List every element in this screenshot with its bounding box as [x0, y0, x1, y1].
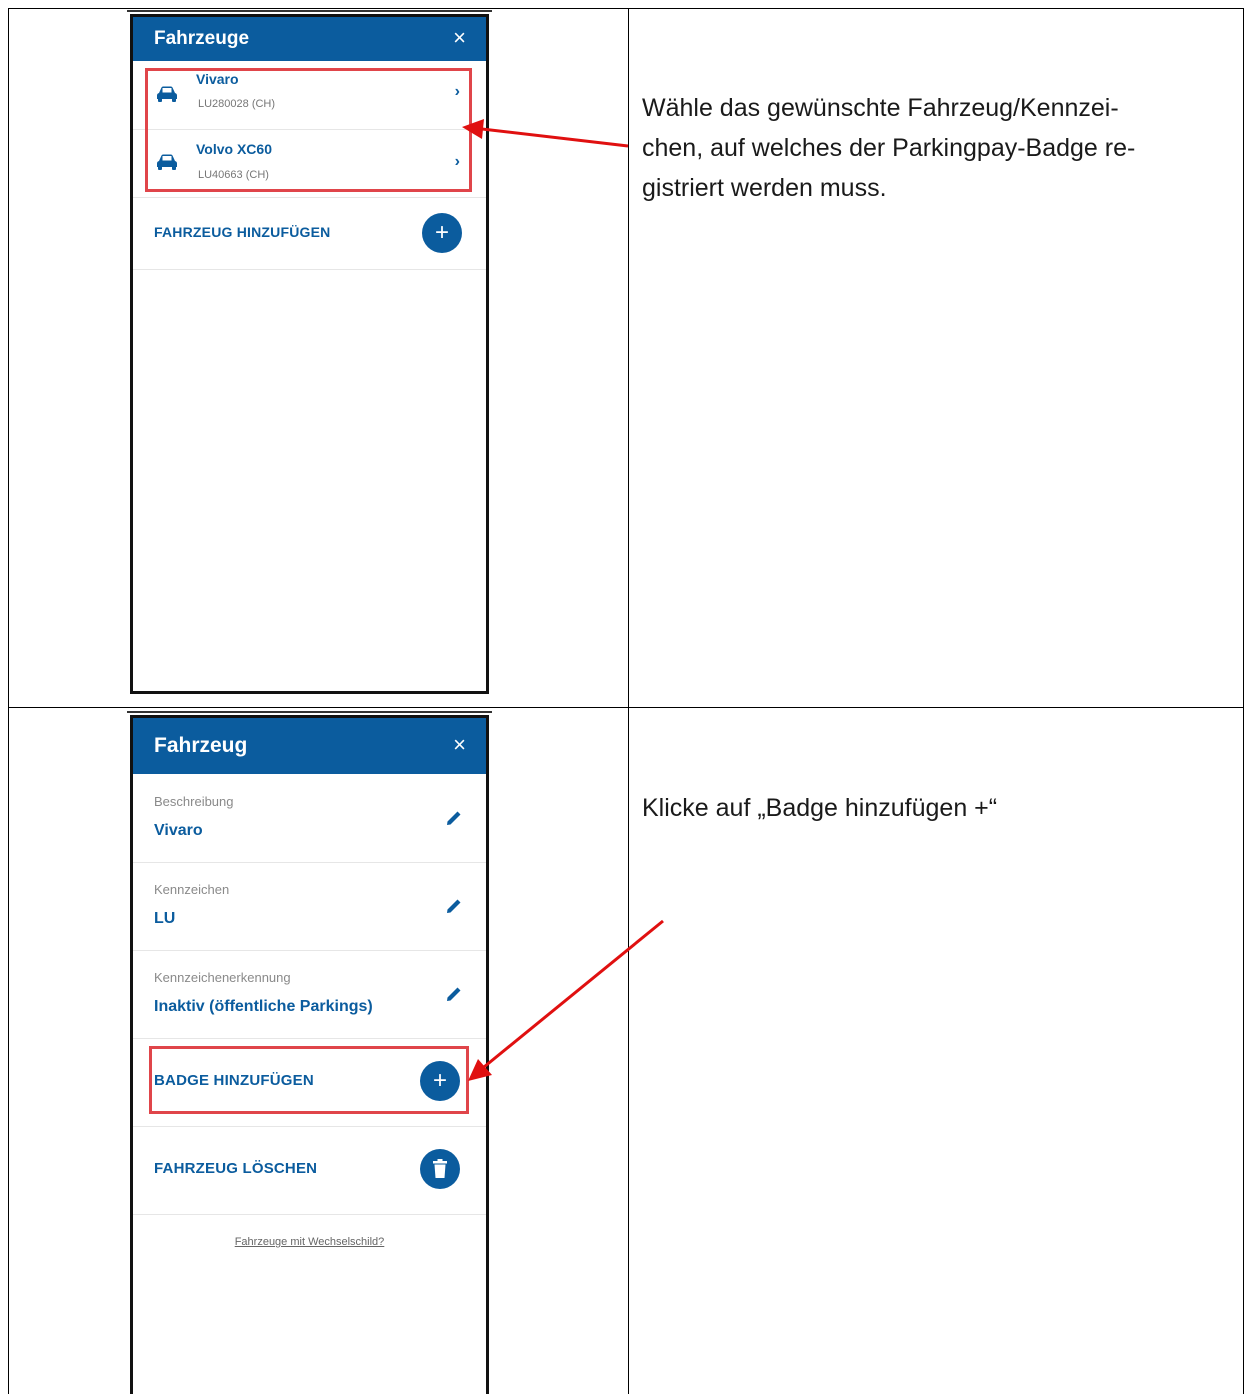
pointer-arrow-head — [462, 119, 484, 139]
pointer-arrow-line — [483, 919, 664, 1069]
annotation-arrows — [462, 119, 664, 1081]
pointer-arrow-line — [481, 127, 629, 148]
